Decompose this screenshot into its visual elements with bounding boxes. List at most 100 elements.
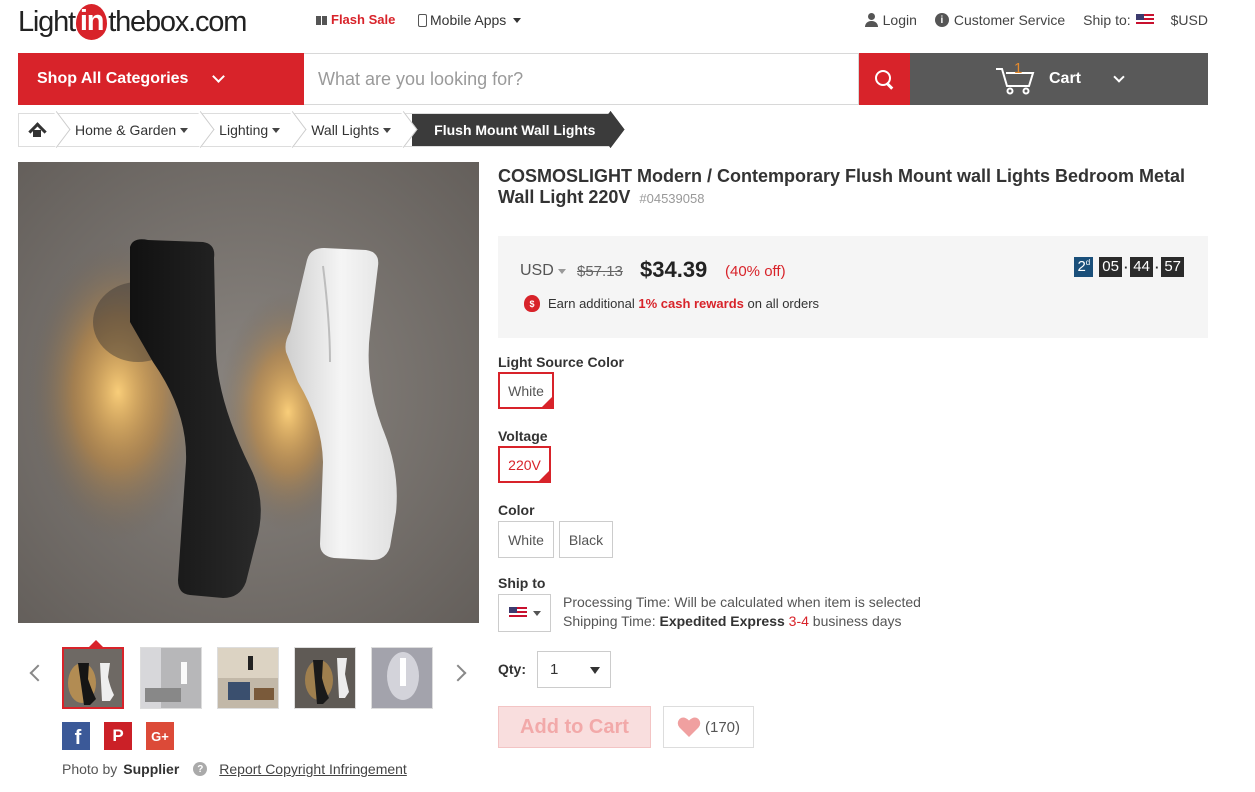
- account-links: Login i Customer Service Ship to: $USD: [864, 12, 1208, 28]
- breadcrumb-lighting[interactable]: Lighting: [203, 114, 296, 146]
- chevron-left-icon[interactable]: [29, 664, 47, 682]
- flash-sale-link[interactable]: Flash Sale: [316, 12, 395, 27]
- gift-icon: [316, 14, 327, 25]
- logo-text-in: in: [75, 4, 108, 40]
- timer-separator: ·: [1154, 259, 1160, 275]
- thumbnail-2[interactable]: [140, 647, 202, 709]
- add-to-cart-label: Add to Cart: [520, 715, 629, 738]
- qty-label: Qty:: [498, 661, 526, 677]
- report-copyright-link[interactable]: Report Copyright Infringement: [219, 761, 407, 777]
- processing-time: Processing Time: Will be calculated when…: [563, 594, 921, 610]
- chevron-down-icon: [212, 70, 226, 83]
- product-main-image[interactable]: [18, 162, 479, 623]
- caret-down-icon: [532, 610, 541, 616]
- reward-text-post: on all orders: [747, 296, 820, 311]
- cart-count-badge: 1: [1014, 60, 1023, 77]
- caret-down-icon: [272, 127, 281, 133]
- color-white[interactable]: White: [498, 521, 554, 558]
- customer-service-label: Customer Service: [953, 12, 1066, 28]
- breadcrumb-current-label: Flush Mount Wall Lights: [434, 122, 596, 138]
- reward-text-pre: Earn additional: [548, 296, 635, 311]
- chevron-right-icon[interactable]: [449, 664, 467, 682]
- timer-days-unit: d: [1085, 258, 1091, 267]
- ship-to-country-select[interactable]: [498, 594, 551, 632]
- product-title: COSMOSLIGHT Modern / Contemporary Flush …: [498, 166, 1198, 209]
- cash-reward-note: $ Earn additional 1% cash rewards on all…: [524, 295, 819, 312]
- color-black[interactable]: Black: [559, 521, 613, 558]
- ship-to-label: Ship to:: [1083, 12, 1131, 28]
- chevron-down-icon: [1113, 70, 1125, 83]
- ship-to-selector[interactable]: Ship to: $USD: [1083, 12, 1208, 28]
- timer-minutes: 44: [1130, 257, 1153, 277]
- photo-credit: Photo by Supplier ? Report Copyright Inf…: [62, 761, 407, 777]
- option-label: White: [508, 382, 544, 399]
- voltage-label: Voltage: [498, 428, 548, 444]
- breadcrumb-label: Lighting: [219, 122, 269, 138]
- wishlist-button[interactable]: (170): [663, 706, 754, 748]
- breadcrumb-home-garden[interactable]: Home & Garden: [59, 114, 204, 146]
- info-icon: i: [934, 13, 949, 27]
- login-label: Login: [882, 12, 917, 28]
- breadcrumb-label: Home & Garden: [75, 122, 177, 138]
- google-plus-icon[interactable]: G+: [146, 722, 174, 750]
- login-link[interactable]: Login: [864, 12, 917, 28]
- money-bag-icon: $: [524, 295, 540, 312]
- option-label: 220V: [508, 456, 541, 473]
- photo-by-label: Photo by: [62, 761, 118, 777]
- shipping-time: Shipping Time: Expedited Express 3-4 bus…: [563, 612, 921, 631]
- caret-down-icon: [180, 127, 189, 133]
- shipping-time-unit: business days: [812, 613, 902, 629]
- voltage-220v[interactable]: 220V: [498, 446, 551, 483]
- add-to-cart-button[interactable]: Add to Cart: [498, 706, 651, 748]
- light-source-color-white[interactable]: White: [498, 372, 554, 409]
- cart-button[interactable]: 1 Cart: [910, 53, 1208, 105]
- original-price: $57.13: [577, 263, 623, 280]
- ship-to-option-label: Ship to: [498, 575, 546, 591]
- caret-down-icon: [557, 268, 566, 274]
- reward-highlight: 1% cash rewards: [638, 296, 744, 311]
- price-box: USD $57.13 $34.39 (40% off) $ Earn addit…: [498, 236, 1208, 338]
- flash-sale-label: Flash Sale: [331, 12, 396, 27]
- timer-seconds: 57: [1161, 257, 1184, 277]
- photo-supplier: Supplier: [123, 761, 180, 777]
- thumbnail-1[interactable]: [62, 647, 124, 709]
- shipping-time-label: Shipping Time:: [563, 613, 656, 629]
- timer-separator: ·: [1123, 259, 1129, 275]
- breadcrumb-wall-lights[interactable]: Wall Lights: [295, 114, 407, 146]
- option-label: White: [508, 531, 544, 548]
- cart-icon: 1: [995, 60, 1035, 96]
- sale-price: $34.39: [640, 257, 708, 282]
- mobile-apps-menu[interactable]: Mobile Apps: [418, 12, 522, 28]
- search-button[interactable]: [859, 53, 910, 105]
- phone-icon: [418, 13, 427, 27]
- help-icon[interactable]: ?: [193, 762, 208, 776]
- qty-select[interactable]: 1: [537, 651, 611, 688]
- main-nav: Shop All Categories 1 Cart: [18, 53, 1208, 105]
- product-title-text: COSMOSLIGHT Modern / Contemporary Flush …: [498, 166, 1186, 207]
- search-input[interactable]: [318, 68, 858, 90]
- site-logo[interactable]: Light in thebox.com: [18, 2, 247, 42]
- shop-all-categories-button[interactable]: Shop All Categories: [18, 53, 304, 105]
- discount-close-paren: ): [780, 263, 786, 280]
- timer-days: 2d: [1074, 257, 1094, 277]
- currency-selector[interactable]: USD: [520, 262, 566, 280]
- breadcrumb-home[interactable]: [19, 114, 59, 146]
- timer-hours: 05: [1099, 257, 1122, 277]
- pinterest-icon[interactable]: P: [104, 722, 132, 750]
- caret-down-icon: [383, 127, 392, 133]
- dropdown-arrow-icon: [590, 667, 600, 674]
- color-label: Color: [498, 502, 535, 518]
- thumbnail-5[interactable]: [371, 647, 433, 709]
- us-flag-icon: [508, 607, 527, 619]
- facebook-icon[interactable]: f: [62, 722, 90, 750]
- logo-text-thebox: thebox.com: [108, 5, 247, 38]
- discount-percent: 40% off: [730, 263, 781, 280]
- light-source-color-label: Light Source Color: [498, 354, 624, 370]
- logo-text-light: Light: [18, 5, 76, 38]
- us-flag-icon: [1135, 14, 1154, 26]
- discount-badge: (40% off): [725, 263, 786, 280]
- thumbnail-4[interactable]: [294, 647, 356, 709]
- thumbnail-pointer: [89, 640, 103, 647]
- thumbnail-3[interactable]: [217, 647, 279, 709]
- customer-service-link[interactable]: i Customer Service: [934, 12, 1066, 28]
